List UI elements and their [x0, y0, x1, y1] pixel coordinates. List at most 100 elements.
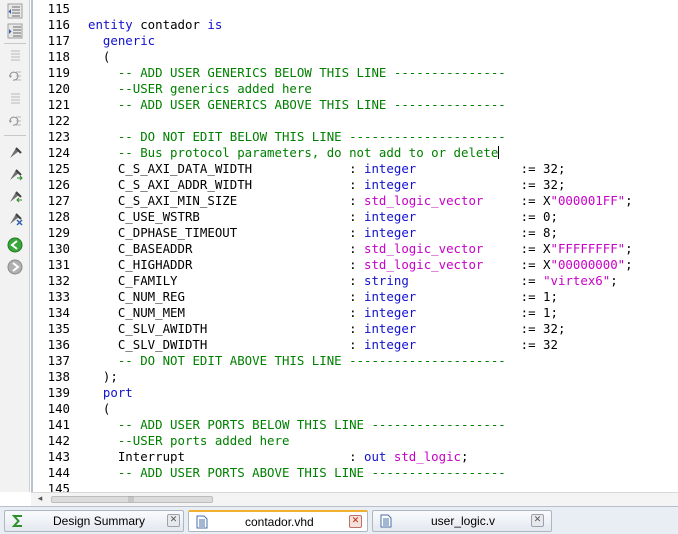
code-line[interactable]: 124 -- Bus protocol parameters, do not a… [33, 145, 678, 161]
code-editor[interactable]: 115 116 entity contador is 117 generic 118 (… [33, 0, 678, 492]
code-text[interactable]: C_USE_WSTRB : integer := 0; [88, 209, 558, 225]
code-text[interactable]: C_NUM_MEM : integer := 1; [88, 305, 558, 321]
code-token: := X [483, 241, 551, 256]
tab-label: Design Summary [53, 514, 146, 528]
code-text[interactable]: C_FAMILY : string := "virtex6"; [88, 273, 618, 289]
bookmark-next-icon[interactable] [7, 167, 23, 183]
code-line[interactable]: 134 C_NUM_MEM : integer := 1; [33, 305, 678, 321]
close-icon[interactable]: ✕ [167, 514, 180, 527]
code-text[interactable]: C_NUM_REG : integer := 1; [88, 289, 558, 305]
uncomment-icon[interactable] [7, 68, 23, 84]
code-line[interactable]: 140 ( [33, 401, 678, 417]
code-line[interactable]: 126 C_S_AXI_ADDR_WIDTH : integer := 32; [33, 177, 678, 193]
code-text[interactable]: Interrupt : out std_logic; [88, 449, 469, 465]
code-text[interactable]: entity contador is [88, 17, 222, 33]
code-text[interactable]: -- ADD USER GENERICS ABOVE THIS LINE ---… [88, 97, 506, 113]
code-line[interactable]: 133 C_NUM_REG : integer := 1; [33, 289, 678, 305]
code-text[interactable]: -- ADD USER GENERICS BELOW THIS LINE ---… [88, 65, 506, 81]
comment-token: -- ADD USER GENERICS BELOW THIS LINE ---… [117, 65, 506, 80]
code-line[interactable]: 142 --USER ports added here [33, 433, 678, 449]
scroll-left-icon[interactable]: ◂ [34, 493, 46, 506]
code-line[interactable]: 125 C_S_AXI_DATA_WIDTH : integer := 32; [33, 161, 678, 177]
close-icon[interactable]: ✕ [349, 515, 362, 528]
horizontal-scrollbar[interactable]: ◂ ||| [31, 492, 678, 506]
code-text[interactable]: ( [88, 401, 110, 417]
code-text[interactable]: --USER generics added here [88, 81, 312, 97]
code-text[interactable]: ); [88, 369, 118, 385]
document-icon [379, 514, 393, 528]
type-token: std_logic_vector [364, 241, 484, 256]
code-token: C_USE_WSTRB : [88, 209, 365, 224]
code-line[interactable]: 143 Interrupt : out std_logic; [33, 449, 678, 465]
code-token: ; [625, 257, 633, 272]
code-text[interactable]: C_SLV_DWIDTH : integer := 32 [88, 337, 558, 353]
code-line[interactable]: 137 -- DO NOT EDIT ABOVE THIS LINE -----… [33, 353, 678, 369]
code-text[interactable]: --USER ports added here [88, 433, 290, 449]
code-line[interactable]: 139 port [33, 385, 678, 401]
code-line[interactable]: 132 C_FAMILY : string := "virtex6"; [33, 273, 678, 289]
code-token: C_NUM_MEM : [88, 305, 365, 320]
code-text[interactable]: -- Bus protocol parameters, do not add t… [88, 145, 500, 161]
code-text[interactable]: C_BASEADDR : std_logic_vector := X"FFFFF… [88, 241, 633, 257]
bookmark-prev-icon[interactable] [7, 189, 23, 205]
keyword-token: integer [364, 209, 417, 224]
go-back-icon[interactable] [7, 237, 23, 253]
code-line[interactable]: 115 [33, 1, 678, 17]
tab-design-summary[interactable]: Design Summary ✕ [4, 510, 184, 532]
code-line[interactable]: 138 ); [33, 369, 678, 385]
code-line[interactable]: 117 generic [33, 33, 678, 49]
code-line[interactable]: 131 C_HIGHADDR : std_logic_vector := X"0… [33, 257, 678, 273]
code-line[interactable]: 136 C_SLV_DWIDTH : integer := 32 [33, 337, 678, 353]
keyword-token: integer [364, 305, 417, 320]
code-line[interactable]: 141 -- ADD USER PORTS BELOW THIS LINE --… [33, 417, 678, 433]
code-line[interactable]: 127 C_S_AXI_MIN_SIZE : std_logic_vector … [33, 193, 678, 209]
code-text[interactable]: C_DPHASE_TIMEOUT : integer := 8; [88, 225, 558, 241]
code-text[interactable]: generic [88, 33, 155, 49]
code-text[interactable]: -- ADD USER PORTS BELOW THIS LINE ------… [88, 417, 506, 433]
code-line[interactable]: 129 C_DPHASE_TIMEOUT : integer := 8; [33, 225, 678, 241]
indent-icon[interactable] [7, 23, 23, 39]
keyword-token: integer [364, 225, 417, 240]
code-line[interactable]: 122 [33, 113, 678, 129]
line-number: 131 [47, 257, 70, 272]
code-line[interactable]: 123 -- DO NOT EDIT BELOW THIS LINE -----… [33, 129, 678, 145]
tab-user-logic-v[interactable]: user_logic.v ✕ [372, 510, 552, 532]
code-line[interactable]: 130 C_BASEADDR : std_logic_vector := X"F… [33, 241, 678, 257]
code-text[interactable]: C_HIGHADDR : std_logic_vector := X"00000… [88, 257, 633, 273]
code-text[interactable]: ( [88, 49, 110, 65]
comment-icon[interactable] [7, 48, 23, 64]
code-text[interactable]: -- DO NOT EDIT BELOW THIS LINE ---------… [88, 129, 506, 145]
code-token: := X [483, 193, 551, 208]
block-comment-icon[interactable] [7, 91, 23, 107]
code-line[interactable]: 120 --USER generics added here [33, 81, 678, 97]
scrollbar-grip-icon: ||| [128, 496, 135, 503]
code-line[interactable]: 121 -- ADD USER GENERICS ABOVE THIS LINE… [33, 97, 678, 113]
code-line[interactable]: 128 C_USE_WSTRB : integer := 0; [33, 209, 678, 225]
code-line[interactable]: 116 entity contador is [33, 17, 678, 33]
code-text[interactable]: -- ADD USER PORTS ABOVE THIS LINE ------… [88, 465, 506, 481]
go-forward-icon[interactable] [7, 259, 23, 275]
code-text[interactable]: port [88, 385, 133, 401]
block-uncomment-icon[interactable] [7, 113, 23, 129]
code-text[interactable]: C_S_AXI_ADDR_WIDTH : integer := 32; [88, 177, 566, 193]
tab-contador-vhd[interactable]: contador.vhd ✕ [188, 510, 368, 532]
code-line[interactable]: 144 -- ADD USER PORTS ABOVE THIS LINE --… [33, 465, 678, 481]
code-line[interactable]: 145 [33, 481, 678, 492]
unindent-icon[interactable] [7, 3, 23, 19]
bookmark-clear-icon[interactable] [7, 211, 23, 227]
type-token: "000001FF" [550, 193, 626, 208]
code-text[interactable]: C_SLV_AWIDTH : integer := 32; [88, 321, 566, 337]
code-line[interactable]: 118 ( [33, 49, 678, 65]
code-line[interactable]: 135 C_SLV_AWIDTH : integer := 32; [33, 321, 678, 337]
bookmark-toggle-icon[interactable] [7, 145, 23, 161]
line-number: 141 [47, 417, 70, 432]
close-icon[interactable]: ✕ [531, 514, 544, 527]
code-token: := 1; [416, 305, 558, 320]
code-text[interactable]: C_S_AXI_MIN_SIZE : std_logic_vector := X… [88, 193, 633, 209]
code-text[interactable]: -- DO NOT EDIT ABOVE THIS LINE ---------… [88, 353, 506, 369]
code-text[interactable]: C_S_AXI_DATA_WIDTH : integer := 32; [88, 161, 566, 177]
code-line[interactable]: 119 -- ADD USER GENERICS BELOW THIS LINE… [33, 65, 678, 81]
